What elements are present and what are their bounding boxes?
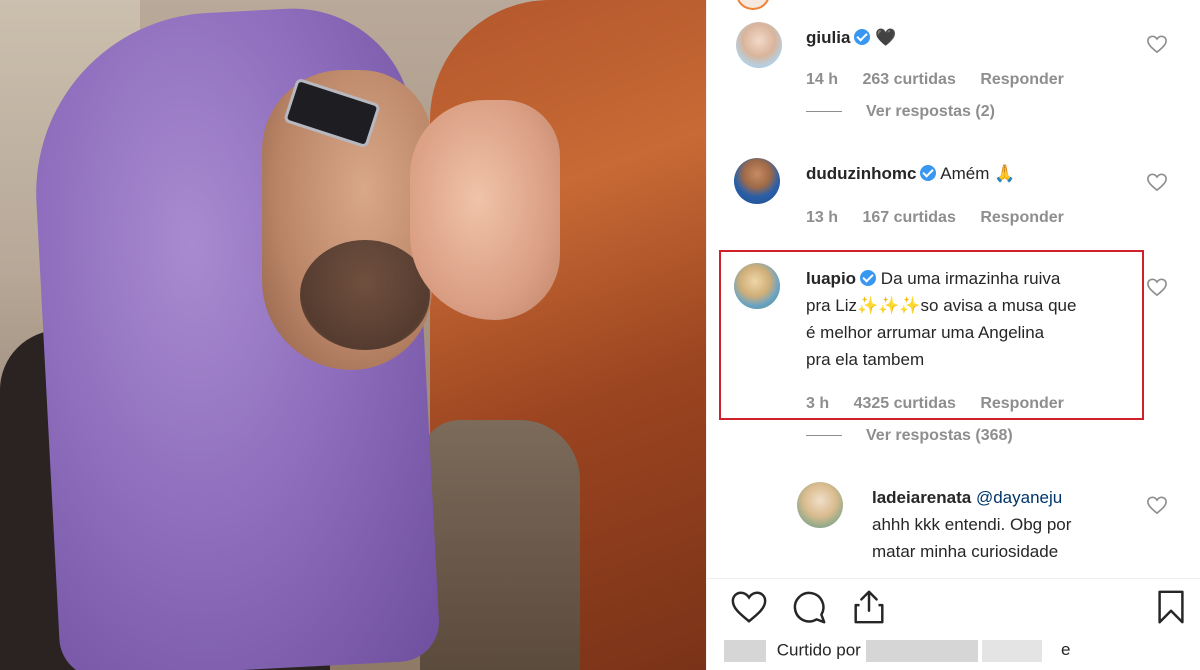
comment-time: 14 h <box>806 71 839 88</box>
comment-row: luapio Da uma irmazinha ruiva pra Liz✨✨✨… <box>806 265 1136 373</box>
avatar[interactable] <box>734 263 780 309</box>
liked-by-label: Curtido por <box>776 640 861 660</box>
liked-by-row: Curtido por e <box>724 640 1071 662</box>
view-replies-label[interactable]: Ver respostas (368) <box>866 427 1013 444</box>
comment-time: 13 h <box>806 209 839 226</box>
view-replies-button[interactable]: Ver respostas (368) <box>806 427 1013 445</box>
comment-meta: 14 h 263 curtidas Responder <box>806 71 1084 89</box>
liked-by-user[interactable] <box>982 640 1043 662</box>
comment-icon[interactable] <box>790 588 828 626</box>
bookmark-icon[interactable] <box>1152 588 1190 626</box>
comment-text-line: pra ela tambem <box>806 350 925 369</box>
comment-likes[interactable]: 263 curtidas <box>862 71 955 88</box>
reply-button[interactable]: Responder <box>980 395 1064 412</box>
divider-dash <box>806 435 842 437</box>
reply-button[interactable]: Responder <box>980 209 1064 226</box>
liked-by-and: e <box>1061 640 1071 660</box>
verified-badge-icon <box>854 29 871 45</box>
comment-like-heart-icon[interactable] <box>1146 277 1168 297</box>
photo-woman-coat <box>420 420 580 670</box>
actions-divider <box>706 578 1200 579</box>
heart-icon[interactable] <box>730 588 768 626</box>
comment-username[interactable]: luapio <box>806 269 856 288</box>
post-photo <box>0 0 706 670</box>
comment-text: Amém 🙏 <box>940 164 1016 183</box>
verified-badge-icon <box>860 270 877 286</box>
avatar[interactable] <box>734 158 780 204</box>
comment-like-heart-icon[interactable] <box>1146 34 1168 54</box>
comment-text-line: é melhor arrumar uma Angelina <box>806 323 1045 342</box>
comment-meta: 3 h 4325 curtidas Responder <box>806 395 1084 413</box>
divider-dash <box>806 111 842 113</box>
comment-username[interactable]: duduzinhomc <box>806 164 916 183</box>
reply-text-line: matar minha curiosidade <box>872 542 1059 561</box>
reply-mention[interactable]: @dayaneju <box>976 488 1062 507</box>
comment-text: 🖤 <box>875 28 897 47</box>
view-replies-label[interactable]: Ver respostas (2) <box>866 103 995 120</box>
comment-time: 3 h <box>806 395 830 412</box>
photo-woman-face <box>410 100 560 320</box>
view-replies-button[interactable]: Ver respostas (2) <box>806 103 995 121</box>
photo-man-beard <box>300 240 430 350</box>
liked-by-avatar <box>724 640 766 662</box>
avatar[interactable] <box>736 22 782 68</box>
comment-like-heart-icon[interactable] <box>1146 172 1168 192</box>
reply-text-line: ahhh kkk entendi. Obg por <box>872 515 1072 534</box>
comment-row: duduzinhomc Amém 🙏 <box>806 160 1015 187</box>
liked-by-user[interactable] <box>865 640 978 662</box>
comment-row: giulia 🖤 <box>806 24 896 51</box>
avatar[interactable] <box>797 482 843 528</box>
comment-likes[interactable]: 167 curtidas <box>862 209 955 226</box>
verified-badge-icon <box>920 165 937 181</box>
reply-username[interactable]: ladeiarenata <box>872 488 971 507</box>
comment-username[interactable]: giulia <box>806 28 850 47</box>
reply-button[interactable]: Responder <box>980 71 1064 88</box>
comment-text-line: pra Liz✨✨✨so avisa a musa que <box>806 296 1077 315</box>
comment-likes[interactable]: 4325 curtidas <box>854 395 956 412</box>
reply-like-heart-icon[interactable] <box>1146 495 1168 515</box>
reply-row: ladeiarenata @dayaneju ahhh kkk entendi.… <box>872 484 1142 565</box>
comment-text-line: Da uma irmazinha ruiva <box>880 269 1061 288</box>
comment-meta: 13 h 167 curtidas Responder <box>806 209 1084 227</box>
share-icon[interactable] <box>850 588 888 626</box>
